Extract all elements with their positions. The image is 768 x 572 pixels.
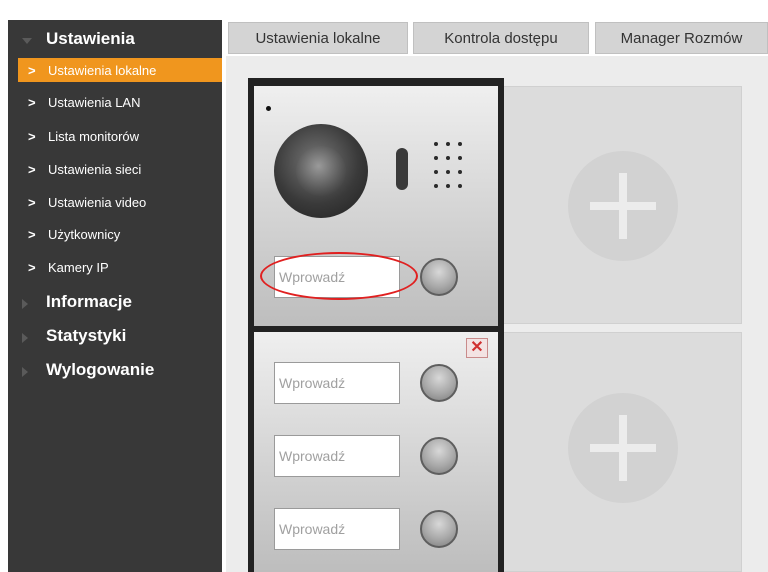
close-icon[interactable]: ✕ <box>466 338 488 358</box>
add-module-slot-top[interactable] <box>502 86 742 324</box>
chevron-right-icon: > <box>28 195 36 210</box>
sidebar: Ustawienia > Ustawienia lokalne > Ustawi… <box>8 20 222 572</box>
chevron-right-icon: > <box>28 162 36 177</box>
button-module-panel: ✕ <box>248 326 504 572</box>
chevron-right-icon: > <box>28 227 36 242</box>
sidebar-item-label: Ustawienia sieci <box>48 162 142 177</box>
highlight-ring <box>260 252 418 300</box>
sidebar-item-kamery-ip[interactable]: > Kamery IP <box>8 255 222 279</box>
sidebar-item-label: Lista monitorów <box>48 129 140 144</box>
chevron-right-icon: > <box>28 63 36 78</box>
call-button-icon[interactable] <box>420 510 458 548</box>
indicator-led <box>396 148 408 190</box>
chevron-right-icon: > <box>28 95 36 110</box>
sidebar-item-label: Użytkownicy <box>48 227 121 242</box>
section-label: Statystyki <box>46 326 127 345</box>
sidebar-item-label: Kamery IP <box>48 260 109 275</box>
section-label: Informacje <box>46 292 132 311</box>
camera-module-panel <box>248 78 504 330</box>
sidebar-item-lista-monitorow[interactable]: > Lista monitorów <box>8 124 222 148</box>
triangle-right-icon <box>22 367 28 377</box>
sidebar-item-uzytkownicy[interactable]: > Użytkownicy <box>8 222 222 246</box>
plus-icon <box>568 151 678 261</box>
call-button-icon[interactable] <box>420 364 458 402</box>
plus-icon <box>568 393 678 503</box>
content-area: ✕ <box>226 56 768 572</box>
name-input[interactable] <box>274 508 400 550</box>
tab-manager-rozmow[interactable]: Manager Rozmów <box>595 22 768 54</box>
triangle-down-icon <box>22 38 32 44</box>
call-button-icon[interactable] <box>420 437 458 475</box>
sidebar-item-ustawienia-video[interactable]: > Ustawienia video <box>8 190 222 214</box>
camera-icon <box>274 124 368 218</box>
sidebar-section-statystyki[interactable]: Statystyki <box>8 326 222 350</box>
name-input[interactable] <box>274 362 400 404</box>
tab-ustawienia-lokalne[interactable]: Ustawienia lokalne <box>228 22 408 54</box>
sidebar-item-label: Ustawienia LAN <box>48 95 141 110</box>
microphone-dot <box>266 106 271 111</box>
chevron-right-icon: > <box>28 129 36 144</box>
name-input[interactable] <box>274 435 400 477</box>
button-module-face: ✕ <box>254 332 498 572</box>
add-module-slot-bottom[interactable] <box>502 332 742 572</box>
tab-kontrola-dostepu[interactable]: Kontrola dostępu <box>413 22 589 54</box>
section-label: Ustawienia <box>46 29 135 48</box>
sidebar-item-ustawienia-sieci[interactable]: > Ustawienia sieci <box>8 157 222 181</box>
triangle-right-icon <box>22 299 28 309</box>
triangle-right-icon <box>22 333 28 343</box>
sidebar-item-label: Ustawienia video <box>48 195 147 210</box>
sidebar-section-informacje[interactable]: Informacje <box>8 292 222 316</box>
camera-module-face <box>254 86 498 328</box>
sidebar-item-ustawienia-lokalne[interactable]: > Ustawienia lokalne <box>18 58 222 82</box>
sidebar-item-ustawienia-lan[interactable]: > Ustawienia LAN <box>8 90 222 114</box>
sidebar-section-wylogowanie[interactable]: Wylogowanie <box>8 360 222 384</box>
sidebar-section-ustawienia[interactable]: Ustawienia <box>8 29 222 53</box>
section-label: Wylogowanie <box>46 360 155 379</box>
sidebar-item-label: Ustawienia lokalne <box>48 63 157 78</box>
call-button-icon[interactable] <box>420 258 458 296</box>
chevron-right-icon: > <box>28 260 36 275</box>
